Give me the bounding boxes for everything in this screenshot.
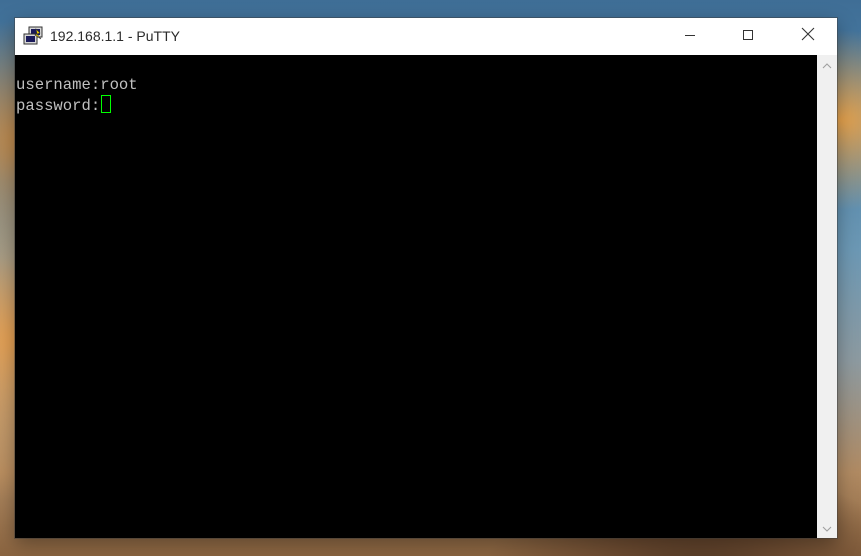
scroll-track[interactable] xyxy=(817,75,837,518)
terminal-line-password[interactable]: password: xyxy=(16,95,112,115)
password-prompt: password: xyxy=(16,97,101,115)
maximize-button[interactable] xyxy=(725,18,771,55)
minimize-button[interactable] xyxy=(667,18,713,55)
scroll-up-button[interactable] xyxy=(817,55,837,75)
close-button[interactable] xyxy=(785,18,831,55)
close-icon xyxy=(801,27,815,46)
vertical-scrollbar[interactable] xyxy=(817,55,837,538)
chevron-up-icon xyxy=(822,56,832,74)
text-cursor xyxy=(101,95,112,113)
minimize-icon xyxy=(684,28,696,46)
terminal-line-username: username:root xyxy=(16,76,138,94)
putty-icon[interactable] xyxy=(23,26,44,46)
title-bar[interactable]: 192.168.1.1 - PuTTY xyxy=(15,18,837,55)
window-title: 192.168.1.1 - PuTTY xyxy=(50,28,180,44)
chevron-down-icon xyxy=(822,519,832,537)
terminal-screen[interactable]: username:root password: xyxy=(15,55,817,538)
scroll-down-button[interactable] xyxy=(817,518,837,538)
maximize-icon xyxy=(742,28,754,46)
putty-window: 192.168.1.1 - PuTTY username:root passwo… xyxy=(15,18,837,538)
